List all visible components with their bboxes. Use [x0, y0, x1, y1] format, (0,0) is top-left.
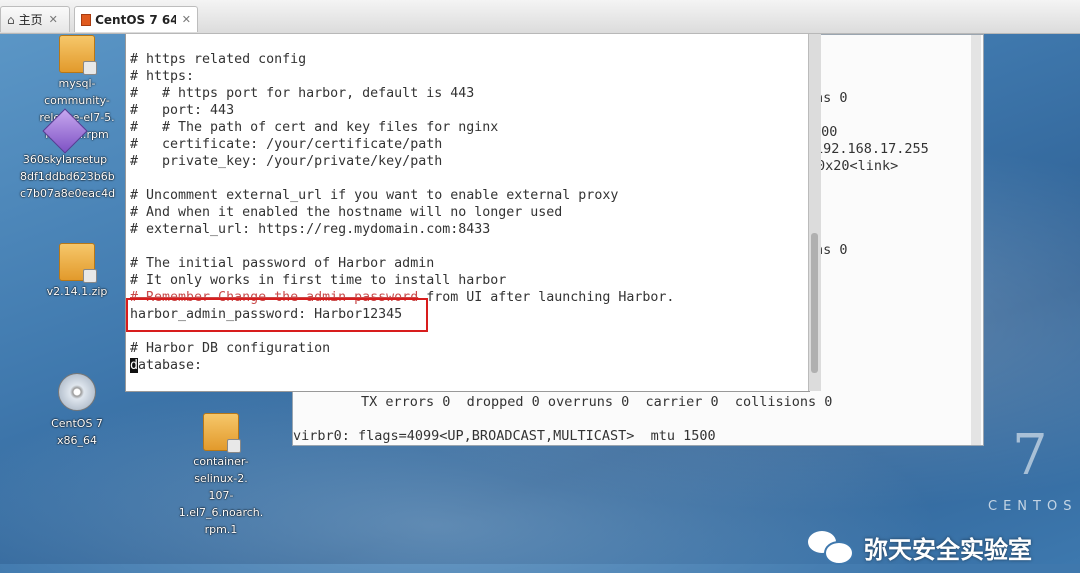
- desktop-icon-centos-dvd[interactable]: CentOS 7 x86_64: [32, 373, 122, 449]
- home-icon: ⌂: [7, 12, 15, 27]
- desktop-icon-label: 360skylarsetup 8df1ddbd623b6b c7b07a8e0e…: [20, 153, 116, 200]
- config-line-rest: atabase:: [138, 358, 203, 373]
- centos-brand-number: 7: [1012, 423, 1048, 488]
- terminal-line: virbr0: flags=4099<UP,BROADCAST,MULTICAS…: [293, 428, 716, 444]
- config-line: # https related config: [130, 52, 307, 67]
- config-line: # port: 443: [130, 103, 235, 118]
- tab-strip: ⌂ 主页 ✕ CentOS 7 64 位 ✕: [0, 0, 1080, 34]
- config-line-cursor: database:: [130, 357, 202, 374]
- terminal-line: 192.168.17.255: [815, 141, 929, 157]
- text-cursor: d: [130, 358, 139, 373]
- config-line: # private_key: /your/private/key/path: [130, 154, 443, 169]
- desktop-icon-container-selinux[interactable]: container-selinux-2. 107-1.el7_6.noarch.…: [176, 413, 266, 538]
- scrollbar[interactable]: [808, 33, 821, 391]
- desktop-icon-v2-zip[interactable]: v2.14.1.zip: [32, 243, 122, 300]
- highlight-box: [126, 298, 428, 332]
- tab-vm[interactable]: CentOS 7 64 位 ✕: [74, 6, 198, 32]
- vm-icon: [81, 13, 92, 26]
- config-line-tail: from UI after launching Harbor.: [418, 290, 675, 305]
- close-icon[interactable]: ✕: [182, 13, 191, 26]
- desktop-icon-360skylar[interactable]: 360skylarsetup 8df1ddbd623b6b c7b07a8e0e…: [20, 108, 116, 202]
- editor-terminal[interactable]: # https related config # https: # # http…: [125, 32, 821, 392]
- config-line: # Uncomment external_url if you want to …: [130, 188, 619, 203]
- terminal-line: 0x20<link>: [817, 158, 899, 174]
- config-line: # The initial password of Harbor admin: [130, 256, 435, 271]
- config-line: # It only works in first time to install…: [130, 273, 507, 288]
- config-line: # Harbor DB configuration: [130, 341, 331, 356]
- config-line: # https:: [130, 69, 195, 84]
- wechat-icon: [808, 529, 854, 565]
- tab-vm-label: CentOS 7 64 位: [95, 13, 176, 27]
- config-line: # # https port for harbor, default is 44…: [130, 86, 475, 101]
- terminal-line: TX errors 0 dropped 0 overruns 0 carrier…: [361, 394, 833, 410]
- package-icon: [203, 413, 241, 453]
- config-line: # external_url: https://reg.mydomain.com…: [130, 222, 491, 237]
- watermark: 弥天安全实验室: [808, 529, 1032, 565]
- scrollbar-thumb[interactable]: [811, 233, 818, 373]
- package-icon: [59, 35, 97, 75]
- centos-brand-text: CENTOS: [988, 499, 1078, 514]
- tab-home-label: 主页: [18, 13, 43, 27]
- package-icon: [59, 243, 97, 283]
- config-line: # # The path of cert and key files for n…: [130, 120, 499, 135]
- gem-icon: [42, 108, 88, 154]
- scrollbar[interactable]: [971, 35, 981, 445]
- config-line: # certificate: /your/certificate/path: [130, 137, 443, 152]
- disc-icon: [58, 373, 96, 411]
- desktop-icon-label: CentOS 7 x86_64: [51, 417, 103, 447]
- config-line: # And when it enabled the hostname will …: [130, 205, 563, 220]
- tab-home[interactable]: ⌂ 主页 ✕: [0, 6, 70, 32]
- desktop-icon-label: container-selinux-2. 107-1.el7_6.noarch.…: [178, 455, 264, 536]
- desktop-icon-label: v2.14.1.zip: [46, 285, 108, 298]
- close-icon[interactable]: ✕: [49, 13, 58, 26]
- watermark-text: 弥天安全实验室: [864, 535, 1032, 564]
